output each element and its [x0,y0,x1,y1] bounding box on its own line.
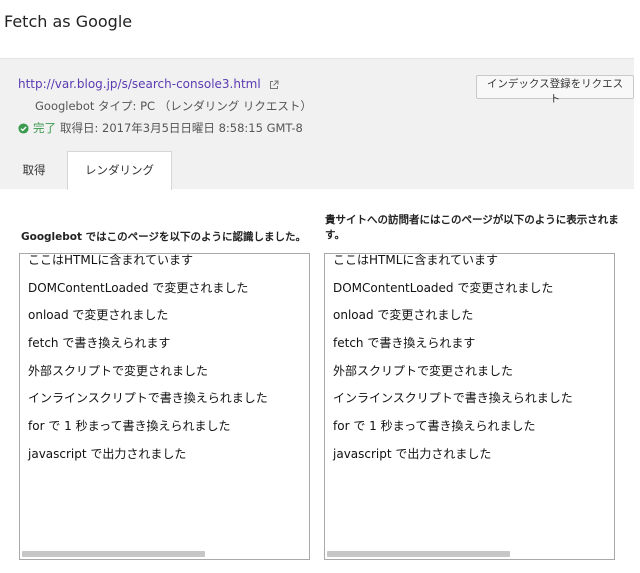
tab-rendering[interactable]: レンダリング [67,151,172,190]
googlebot-render-lines: ここはHTMLに含まれています DOMContentLoaded で変更されまし… [28,253,305,475]
list-item: 外部スクリプトで変更されました [28,363,209,378]
list-item: 外部スクリプトで変更されました [333,363,514,378]
visitor-render-view[interactable]: ここはHTMLに含まれています DOMContentLoaded で変更されまし… [324,253,615,560]
list-item: fetch で書き換えられます [28,336,171,351]
fetch-status-line: 完了 取得日: 2017年3月5日日曜日 8:58:15 GMT-8 [18,120,303,137]
fetched-url-link[interactable]: http://var.blog.jp/s/search-console3.htm… [18,77,261,91]
list-item: onload で変更されました [333,308,474,323]
fetched-at: 取得日: 2017年3月5日日曜日 8:58:15 GMT-8 [60,121,303,135]
external-link-icon[interactable] [269,79,279,93]
fetch-result-panel: http://var.blog.jp/s/search-console3.htm… [0,58,634,190]
visitor-view-caption: 貴サイトへの訪問者にはこのページが以下のように表示されます。 [325,214,619,241]
list-item: for で 1 秒まって書き換えられました [333,419,536,434]
list-item: onload で変更されました [28,308,169,323]
list-item: DOMContentLoaded で変更されました [28,280,249,295]
request-indexing-button[interactable]: インデックス登録をリクエスト [476,75,634,105]
list-item: インラインスクリプトで書き換えられました [28,391,268,406]
url-line: http://var.blog.jp/s/search-console3.htm… [18,77,279,93]
list-item: DOMContentLoaded で変更されました [333,280,554,295]
googlebot-type: Googlebot タイプ: PC （レンダリング リクエスト） [35,99,312,113]
horizontal-scrollbar[interactable] [22,551,205,557]
list-item: fetch で書き換えられます [333,336,476,351]
list-item: javascript で出力されました [333,446,492,461]
tab-fetch[interactable]: 取得 [12,152,56,188]
googlebot-render-view[interactable]: ここはHTMLに含まれています DOMContentLoaded で変更されまし… [19,253,310,560]
visitor-render-lines: ここはHTMLに含まれています DOMContentLoaded で変更されまし… [333,253,610,475]
list-item: ここはHTMLに含まれています [333,253,499,267]
list-item: インラインスクリプトで書き換えられました [333,391,573,406]
list-item: for で 1 秒まって書き換えられました [28,419,231,434]
horizontal-scrollbar[interactable] [327,551,510,557]
page-title: Fetch as Google [4,12,133,31]
list-item: ここはHTMLに含まれています [28,253,194,267]
list-item: javascript で出力されました [28,446,187,461]
status-complete: 完了 [33,121,56,135]
googlebot-view-caption: Googlebot ではこのページを以下のように認識しました。 [21,231,306,243]
check-circle-icon [18,123,29,137]
